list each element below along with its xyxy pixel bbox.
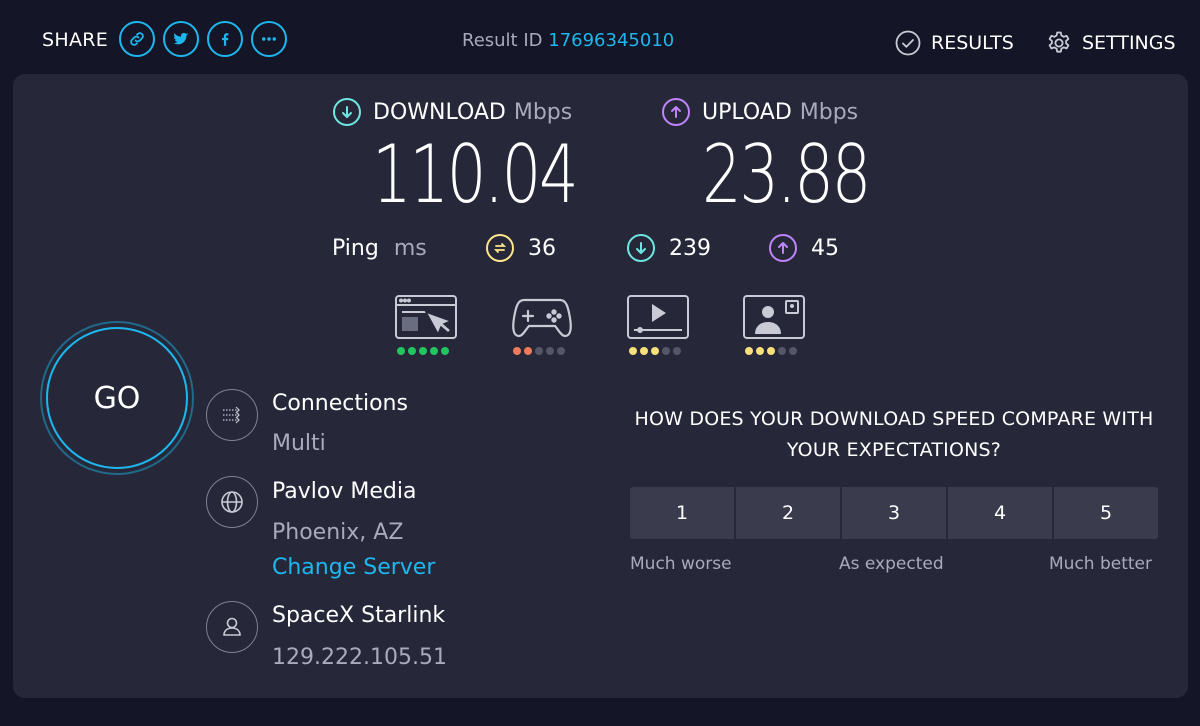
share-link-button[interactable] [119,21,155,57]
results-label: RESULTS [931,32,1014,54]
streaming-rating-dot [640,347,648,355]
ping-text: Ping [332,236,379,261]
rating-option-1[interactable]: 1 [630,487,734,539]
upload-speed-value: 23.88 [702,128,871,221]
result-id: Result ID 17696345010 [462,30,674,51]
streaming-rating-dot [629,347,637,355]
ping-upload-value: 45 [811,235,839,261]
server-location: Phoenix, AZ [272,520,404,545]
ping-idle: 36 [486,234,556,262]
user-icon [223,617,241,636]
download-arrow-icon [333,98,361,126]
gaming-rating-dot [535,347,543,355]
ping-upload: 45 [769,234,839,262]
connections-icon-wrap [206,389,258,441]
browsing-rating-dot [430,347,438,355]
rating-option-3[interactable]: 3 [842,487,946,539]
share-label: SHARE [42,29,109,51]
top-bar: SHARE Result ID 17696345010 RESULTS SETT… [0,0,1200,74]
gaming-rating-dot [557,347,565,355]
ping-label: Ping ms [332,236,427,261]
browsing-rating-dot [408,347,416,355]
download-header: DOWNLOAD Mbps [333,98,572,126]
server-name: Pavlov Media [272,479,417,504]
facebook-icon [222,33,229,46]
result-id-label: Result ID [462,30,543,51]
result-id-link[interactable]: 17696345010 [548,30,674,51]
gaming-rating-dot [546,347,554,355]
browsing-rating-dot [441,347,449,355]
results-link[interactable]: RESULTS [895,30,1014,56]
share-twitter-button[interactable] [163,21,199,57]
ping-idle-value: 36 [528,235,556,261]
ping-idle-icon [486,234,514,262]
download-speed-value: 110.04 [372,128,579,221]
gear-icon [1048,31,1070,53]
video-call-rating [745,347,797,355]
upload-header: UPLOAD Mbps [662,98,858,126]
streaming-rating-dot [673,347,681,355]
check-circle-icon [895,30,921,56]
server-icon-wrap [206,476,258,528]
connections-value[interactable]: Multi [272,431,326,456]
video-calling-rating-dot [778,347,786,355]
streaming-rating [629,347,681,355]
ping-upload-icon [769,234,797,262]
gaming-rating [513,347,565,355]
ping-download: 239 [627,234,711,262]
streaming-icon [627,295,689,339]
video-calling-rating-dot [767,347,775,355]
survey-rating-scale: 1 2 3 4 5 [630,487,1158,539]
rating-option-4[interactable]: 4 [948,487,1052,539]
share-facebook-button[interactable] [207,21,243,57]
ping-unit: ms [393,236,427,261]
browsing-rating-dot [419,347,427,355]
link-icon [130,32,144,46]
connections-icon [223,406,240,424]
video-calling-rating-dot [745,347,753,355]
share-more-button[interactable] [251,21,287,57]
video-calling-rating-dot [756,347,764,355]
streaming-rating-dot [651,347,659,355]
upload-label: UPLOAD [702,99,792,125]
video-calling-rating-dot [789,347,797,355]
gaming-icon [512,298,572,338]
go-button[interactable]: GO [46,327,188,469]
browsing-icon [395,295,457,339]
change-server-link[interactable]: Change Server [272,555,435,580]
rating-option-2[interactable]: 2 [736,487,840,539]
gaming-rating-dot [524,347,532,355]
upload-arrow-icon [662,98,690,126]
ping-download-icon [627,234,655,262]
browsing-rating [397,347,449,355]
ping-download-value: 239 [669,235,711,261]
survey-question: HOW DOES YOUR DOWNLOAD SPEED COMPARE WIT… [634,408,1154,461]
download-unit: Mbps [513,99,573,125]
video-call-icon [743,295,805,339]
scale-high-label: Much better [1049,554,1152,574]
globe-icon [221,491,243,513]
streaming-rating-dot [662,347,670,355]
more-icon [262,37,276,41]
results-panel [13,74,1188,698]
provider-icon-wrap [206,601,258,653]
settings-label: SETTINGS [1082,32,1176,54]
upload-unit: Mbps [799,99,859,125]
connections-title: Connections [272,391,408,416]
settings-link[interactable]: SETTINGS [1046,30,1176,56]
twitter-icon [173,32,189,45]
browsing-rating-dot [397,347,405,355]
provider-ip: 129.222.105.51 [272,645,447,670]
scale-mid-label: As expected [839,554,944,574]
provider-name: SpaceX Starlink [272,603,446,628]
gaming-rating-dot [513,347,521,355]
download-label: DOWNLOAD [373,99,506,125]
rating-option-5[interactable]: 5 [1054,487,1158,539]
scale-low-label: Much worse [630,554,732,574]
